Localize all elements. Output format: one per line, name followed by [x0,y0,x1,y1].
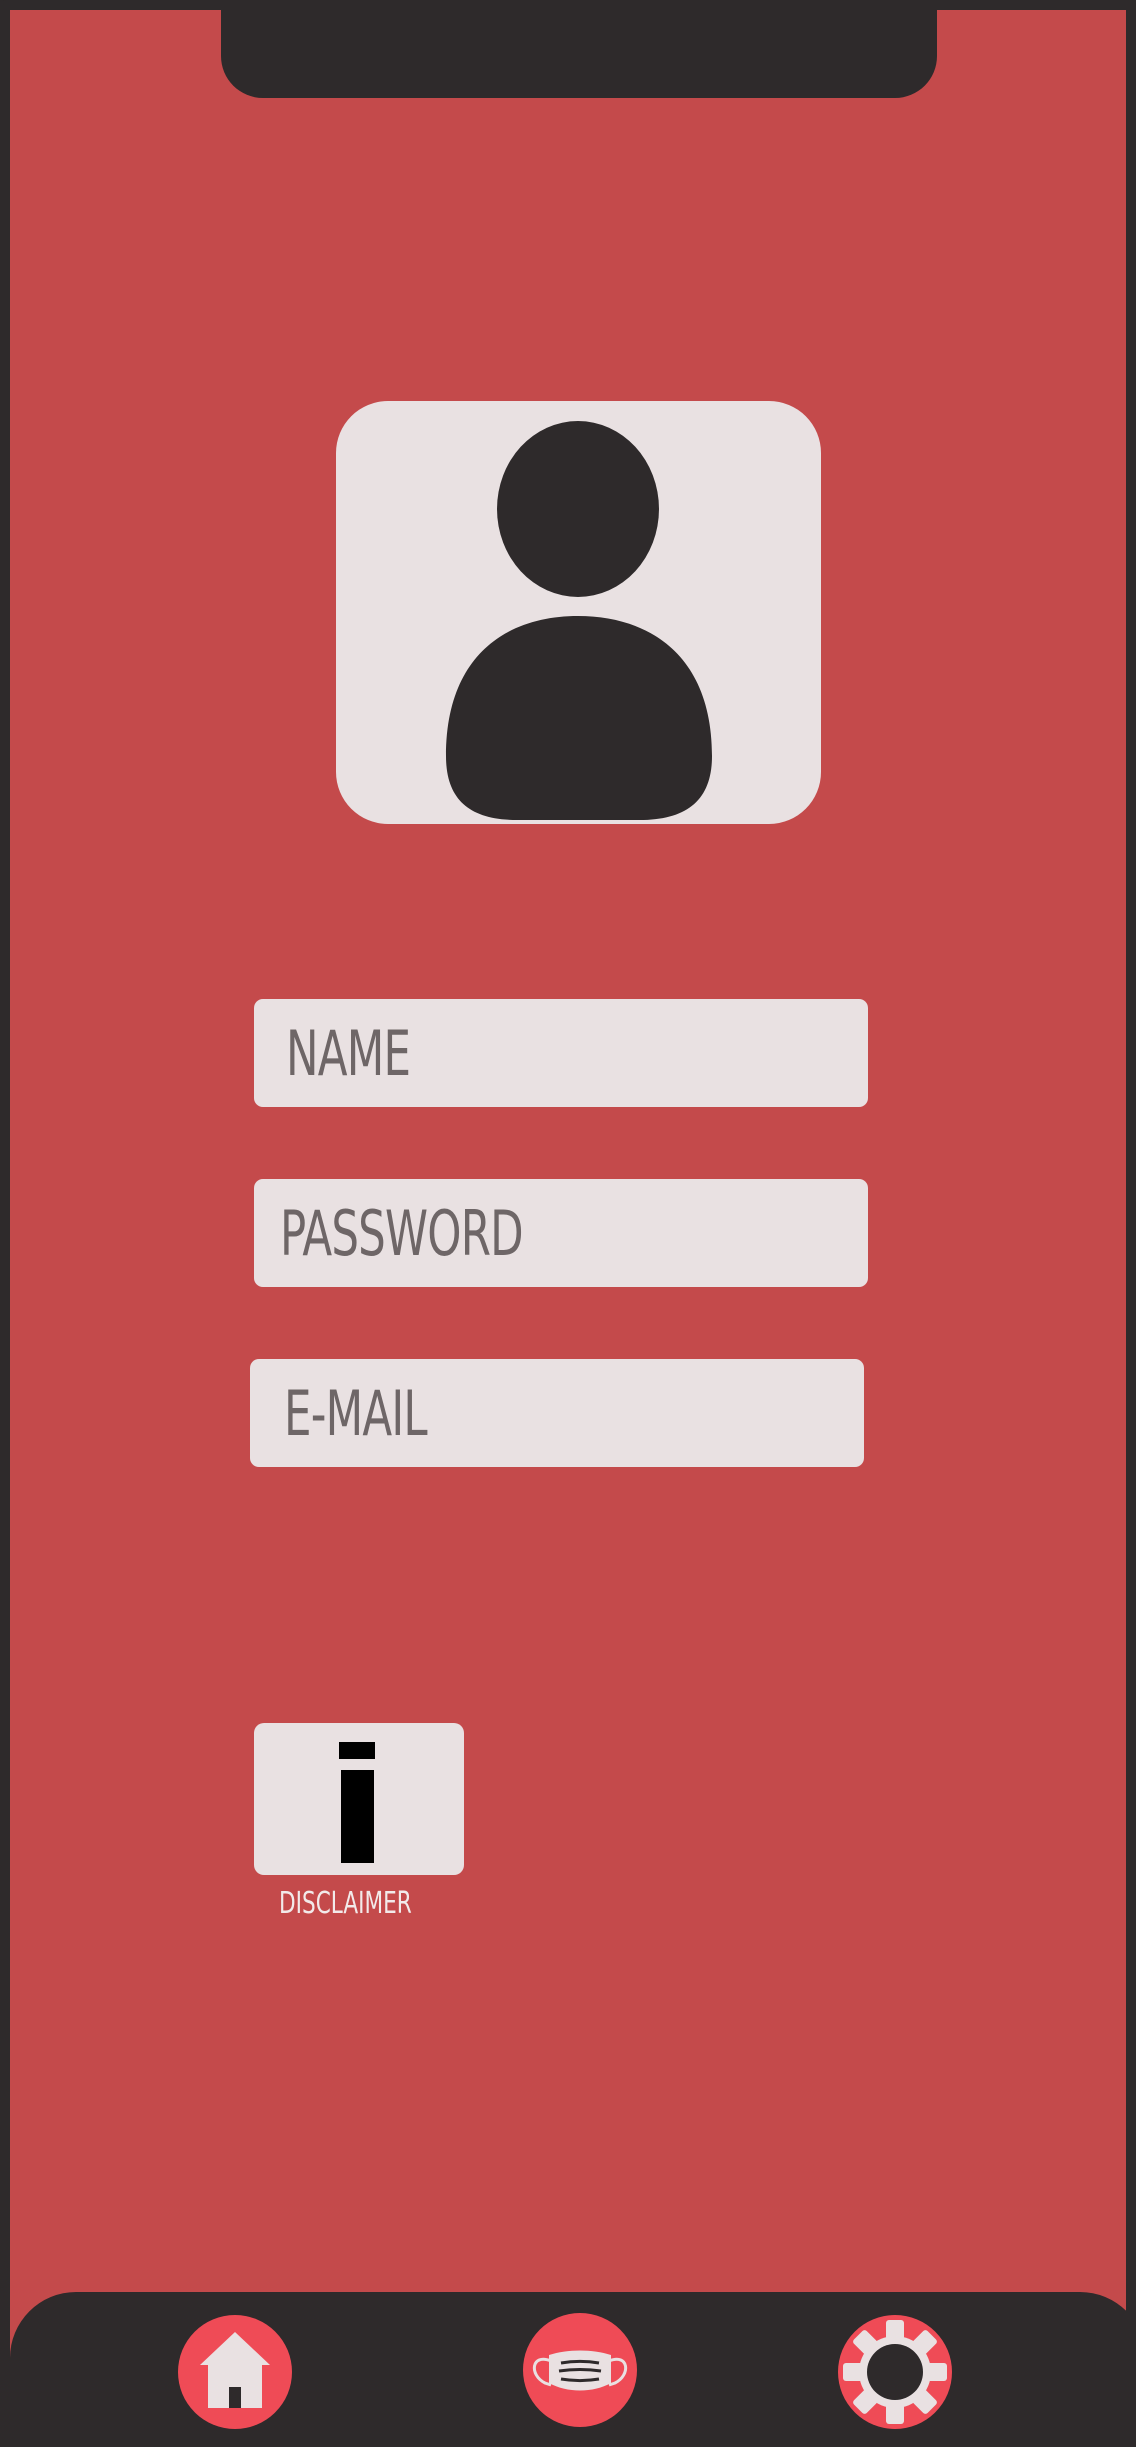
user-silhouette-icon [446,421,712,821]
password-field-placeholder: PASSWORD [280,1196,524,1270]
email-field[interactable]: E-MAIL [250,1359,864,1467]
disclaimer-label: DISCLAIMER [279,1886,412,1921]
nav-settings-button[interactable] [838,2315,952,2429]
password-field[interactable]: PASSWORD [254,1179,868,1287]
device-notch [221,10,937,98]
email-field-placeholder: E-MAIL [284,1376,428,1450]
phone-screen: NAME PASSWORD E-MAIL DISCLAIMER [0,0,1136,2447]
name-field[interactable]: NAME [254,999,868,1107]
nav-home-button[interactable] [178,2315,292,2429]
home-icon [200,2332,270,2408]
info-icon [339,1742,375,1863]
name-field-placeholder: NAME [286,1016,411,1090]
profile-avatar[interactable] [336,401,821,824]
gear-icon [843,2320,947,2424]
disclaimer-button[interactable] [254,1723,464,1875]
face-mask-icon [533,2350,627,2391]
nav-mask-button[interactable] [523,2313,637,2427]
